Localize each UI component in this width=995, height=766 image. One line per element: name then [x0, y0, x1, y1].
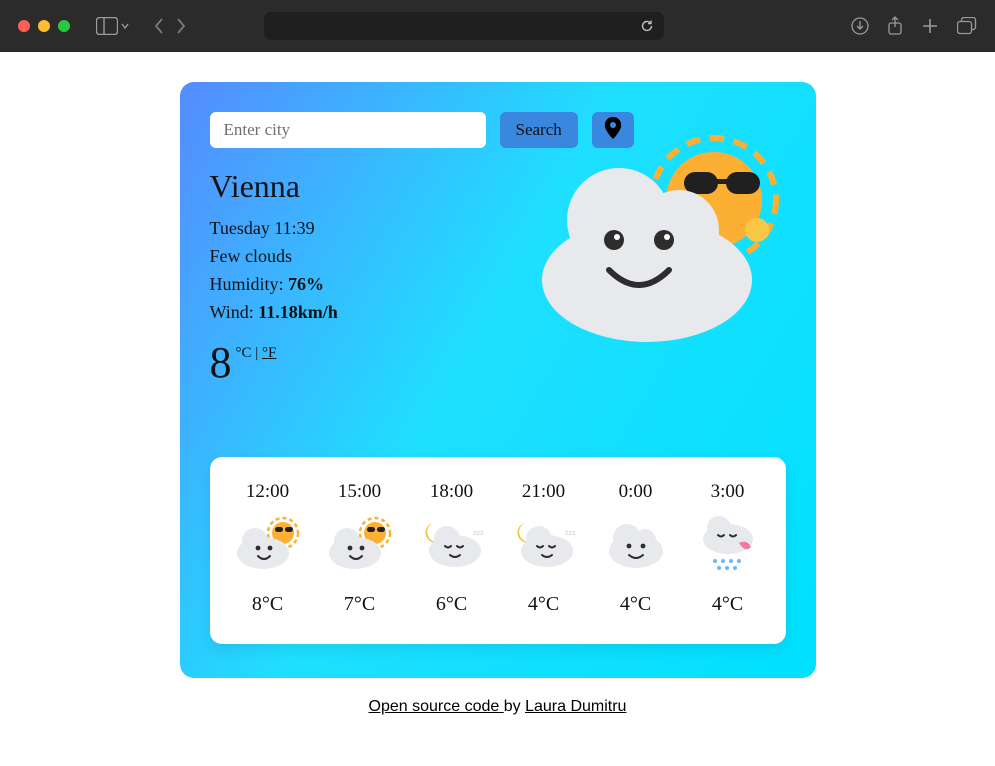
- wind-row: Wind: 11.18km/h: [210, 299, 498, 327]
- unit-fahrenheit-link[interactable]: °F: [262, 345, 276, 361]
- forecast-item: 15:00 7°C: [314, 481, 406, 616]
- forecast-time: 21:00: [498, 481, 590, 503]
- cloud-sleeping-moon-icon: zzz: [417, 513, 487, 573]
- new-tab-icon[interactable]: [921, 17, 939, 35]
- weather-card: Search Vienna Tuesday 11:39 Few clouds H…: [180, 82, 816, 678]
- forecast-temp: 6°C: [406, 593, 498, 616]
- reload-icon[interactable]: [640, 19, 654, 33]
- city-name: Vienna: [210, 168, 498, 205]
- back-button[interactable]: [152, 17, 166, 35]
- forecast-time: 15:00: [314, 481, 406, 503]
- cloudy-icon: [601, 513, 671, 573]
- downloads-icon[interactable]: [851, 17, 869, 35]
- maximize-window-button[interactable]: [58, 20, 70, 32]
- unit-celsius-link[interactable]: °C: [236, 345, 252, 361]
- current-description: Few clouds: [210, 243, 498, 271]
- forward-button[interactable]: [174, 17, 188, 35]
- sidebar-toggle-button[interactable]: [96, 17, 130, 35]
- forecast-temp: 4°C: [590, 593, 682, 616]
- current-weather-icon: [529, 120, 794, 350]
- share-icon[interactable]: [887, 16, 903, 36]
- browser-chrome: [0, 0, 995, 52]
- forecast-strip: 12:00 8°C15:00 7°C18:00 zzz 6°C21:00: [210, 457, 786, 644]
- forecast-item: 0:00 4°C: [590, 481, 682, 616]
- author-link[interactable]: Laura Dumitru: [525, 698, 626, 715]
- humidity-label: Humidity:: [210, 274, 289, 294]
- forecast-temp: 8°C: [222, 593, 314, 616]
- forecast-temp: 7°C: [314, 593, 406, 616]
- address-bar[interactable]: [264, 12, 664, 40]
- forecast-item: 3:00 4°C: [682, 481, 774, 616]
- humidity-value: 76%: [288, 274, 324, 294]
- forecast-time: 0:00: [590, 481, 682, 503]
- svg-text:zzz: zzz: [473, 528, 484, 537]
- source-code-link[interactable]: Open source code: [369, 698, 504, 715]
- window-controls: [18, 20, 70, 32]
- footer: Open source code by Laura Dumitru: [369, 698, 627, 716]
- forecast-item: 12:00 8°C: [222, 481, 314, 616]
- close-window-button[interactable]: [18, 20, 30, 32]
- forecast-item: 18:00 zzz 6°C: [406, 481, 498, 616]
- forecast-time: 12:00: [222, 481, 314, 503]
- current-datetime: Tuesday 11:39: [210, 215, 498, 243]
- unit-separator: |: [252, 345, 263, 361]
- forecast-time: 3:00: [682, 481, 774, 503]
- rain-icon: [693, 513, 763, 573]
- forecast-item: 21:00 zzz 4°C: [498, 481, 590, 616]
- cloud-sleeping-moon-icon: zzz: [509, 513, 579, 573]
- few-clouds-day-icon: [233, 513, 303, 573]
- page-content: Search Vienna Tuesday 11:39 Few clouds H…: [0, 52, 995, 716]
- forecast-temp: 4°C: [498, 593, 590, 616]
- wind-value: 11.18km/h: [258, 302, 338, 322]
- temperature-display: 8 °C | °F: [210, 341, 498, 385]
- city-search-input[interactable]: [210, 112, 486, 148]
- svg-text:zzz: zzz: [565, 528, 576, 537]
- few-clouds-day-icon: [325, 513, 395, 573]
- forecast-time: 18:00: [406, 481, 498, 503]
- wind-label: Wind:: [210, 302, 259, 322]
- tab-overview-icon[interactable]: [957, 17, 977, 35]
- minimize-window-button[interactable]: [38, 20, 50, 32]
- forecast-temp: 4°C: [682, 593, 774, 616]
- footer-by: by: [504, 698, 525, 715]
- temperature-value: 8: [210, 341, 232, 385]
- humidity-row: Humidity: 76%: [210, 271, 498, 299]
